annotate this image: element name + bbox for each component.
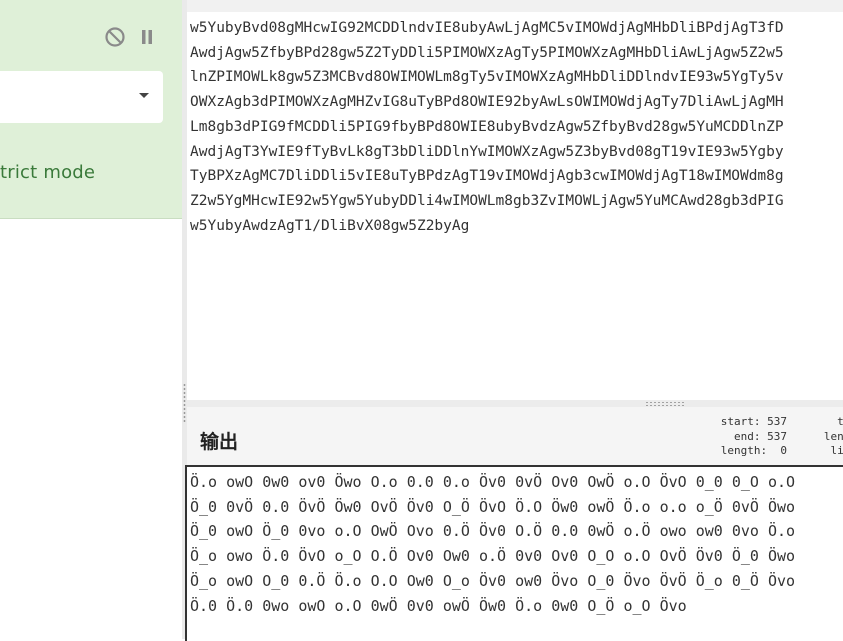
grip-dots-icon [645, 401, 685, 406]
output-stats-extra: tim lengt line [823, 415, 843, 457]
output-textarea[interactable]: Ö.o owO 0w0 ov0 Öwo O.o 0.0 0.o Öv0 0vÖ … [185, 465, 843, 641]
output-stats: start: 537 end: 537 length: 0 [720, 415, 787, 457]
input-header-strip [187, 0, 843, 12]
output-text[interactable]: Ö.o owO 0w0 ov0 Öwo O.o 0.0 0.o Öv0 0vÖ … [190, 470, 795, 618]
horizontal-resize-handle[interactable] [187, 400, 843, 407]
strict-mode-label[interactable]: trict mode [0, 162, 95, 183]
output-header: 输出 start: 537 end: 537 length: 0 tim len… [187, 407, 843, 465]
pause-icon[interactable] [140, 29, 154, 45]
input-text[interactable]: w5YubyBvd08gMHcwIG92MCDDlndvIE8ubyAwLjAg… [190, 16, 784, 238]
recipe-operation-card[interactable]: trict mode [0, 0, 182, 219]
output-title: 输出 [200, 431, 239, 453]
input-textarea[interactable]: w5YubyBvd08gMHcwIG92MCDDlndvIE8ubyAwLjAg… [187, 0, 843, 400]
option-select[interactable] [0, 71, 163, 123]
operation-controls [104, 26, 154, 48]
chevron-down-icon [139, 93, 149, 98]
grip-dots-icon [183, 383, 186, 423]
circle-slash-icon[interactable] [104, 26, 126, 48]
recipe-panel: trict mode [0, 0, 182, 639]
